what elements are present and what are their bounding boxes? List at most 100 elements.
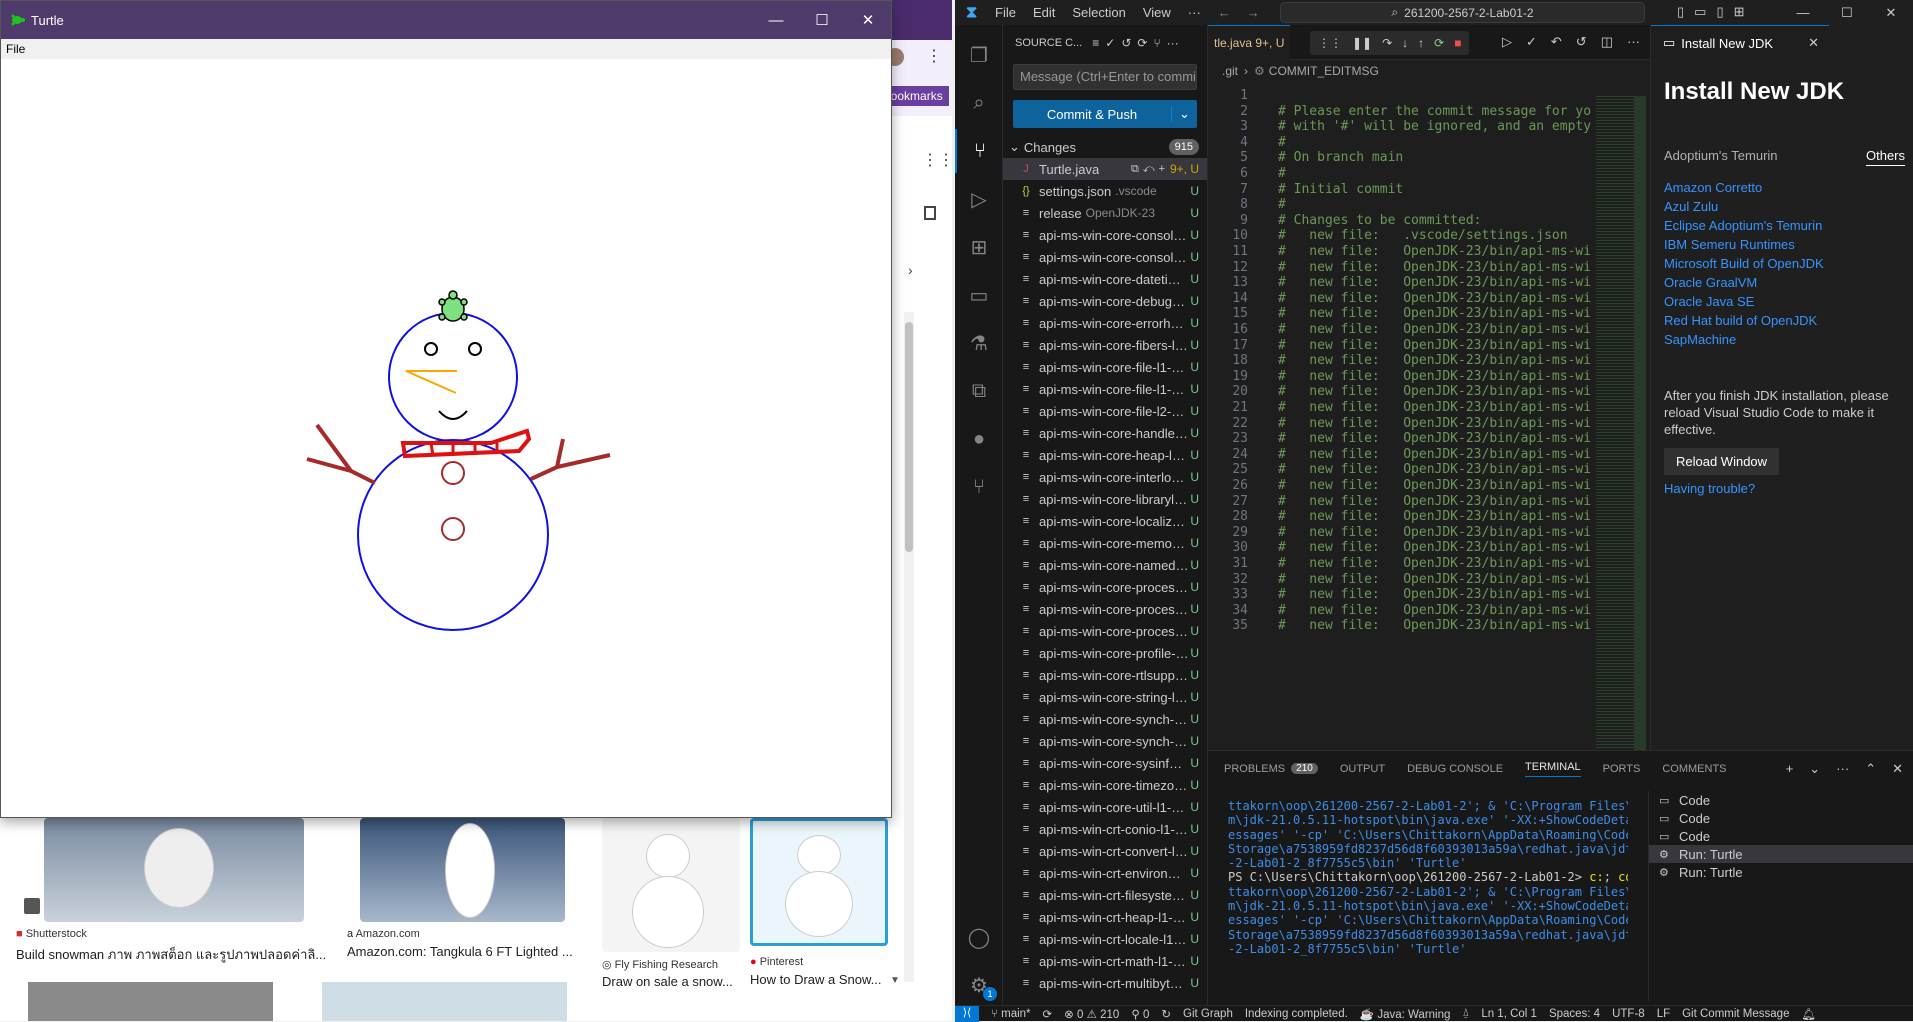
breadcrumb-file[interactable]: COMMIT_EDITMSG — [1269, 64, 1379, 78]
toggle-panel-icon[interactable]: ▭ — [1694, 4, 1706, 20]
changed-file-row[interactable]: {} settings.json .vscode U — [1003, 180, 1207, 202]
changed-file-row[interactable]: ≡ api-ms-win-crt-convert-l1-1-0....U — [1003, 840, 1207, 862]
close-button[interactable]: ✕ — [845, 1, 891, 39]
code-line[interactable]: # — [1278, 135, 1286, 150]
code-line[interactable]: # new file: OpenJDK-23/bin/api-ms-wi — [1278, 431, 1591, 446]
code-line[interactable]: # Changes to be committed: — [1278, 213, 1482, 228]
changed-file-row[interactable]: ≡ api-ms-win-core-heap-l1-1-0....U — [1003, 444, 1207, 466]
terminal-instance[interactable]: ▭ Code — [1649, 827, 1913, 845]
minimize-button[interactable]: — — [1781, 0, 1825, 25]
changed-file-row[interactable]: ≡ api-ms-win-core-processthrea...U — [1003, 598, 1207, 620]
terminal-instance[interactable]: ⚙ Run: Turtle — [1649, 845, 1913, 863]
image-result-card[interactable]: ■ Shutterstock Build snowman ภาพ ภาพสต็อ… — [14, 818, 329, 968]
tab-terminal[interactable]: TERMINAL — [1525, 761, 1581, 777]
changed-file-row[interactable]: ≡ api-ms-win-core-processenvir...U — [1003, 576, 1207, 598]
tab-output[interactable]: OUTPUT — [1340, 763, 1385, 775]
changed-file-row[interactable]: ≡ api-ms-win-core-interlocked-l...U — [1003, 466, 1207, 488]
changed-file-row[interactable]: ≡ api-ms-win-core-handle-l1-1-...U — [1003, 422, 1207, 444]
toggle-secondary-sidebar-icon[interactable]: ▯ — [1716, 4, 1723, 20]
code-line[interactable]: # new file: OpenJDK-23/bin/api-ms-wi — [1278, 525, 1591, 540]
jdk-vendor-link[interactable]: Oracle GraalVM — [1664, 275, 1913, 294]
terminal-instance[interactable]: ⚙ Run: Turtle — [1649, 863, 1913, 881]
toggle-sidebar-icon[interactable]: ▯ — [1677, 4, 1684, 20]
result-thumbnail[interactable] — [360, 818, 565, 922]
changed-file-row[interactable]: ≡ api-ms-win-core-rtlsupport-l1...U — [1003, 664, 1207, 686]
changed-file-row[interactable]: ≡ api-ms-win-core-namedpipe-l...U — [1003, 554, 1207, 576]
jdk-vendor-link[interactable]: Oracle Java SE — [1664, 294, 1913, 313]
tab-install-new-jdk[interactable]: ▭ Install New JDK ✕ — [1651, 25, 1829, 60]
code-line[interactable]: # new file: OpenJDK-23/bin/api-ms-wi — [1278, 244, 1591, 259]
changed-file-row[interactable]: ≡ api-ms-win-core-localization-l...U — [1003, 510, 1207, 532]
close-panel-icon[interactable]: ✕ — [1892, 761, 1903, 777]
code-line[interactable]: # new file: OpenJDK-23/bin/api-ms-wi — [1278, 603, 1591, 618]
branch-icon[interactable]: ⑂ — [1153, 36, 1160, 50]
jdk-vendor-link[interactable]: Eclipse Adoptium's Temurin — [1664, 218, 1913, 237]
code-line[interactable]: # new file: OpenJDK-23/bin/api-ms-wi — [1278, 400, 1591, 415]
stop-icon[interactable]: ■ — [1454, 36, 1461, 50]
result-caption[interactable]: How to Draw a Snow... — [750, 972, 898, 987]
code-line[interactable]: # new file: .vscode/settings.json — [1278, 228, 1568, 243]
changed-file-row[interactable]: ≡ api-ms-win-crt-environment-l...U — [1003, 862, 1207, 884]
menu-selection[interactable]: Selection — [1072, 5, 1125, 20]
changes-group[interactable]: ⌄ Changes 915 — [1003, 136, 1207, 158]
terminal-instance[interactable]: ▭ Code — [1649, 809, 1913, 827]
code-line[interactable]: # new file: OpenJDK-23/bin/api-ms-wi — [1278, 275, 1591, 290]
problems-indicator[interactable]: ⊗ 0 ⚠ 210 — [1064, 1007, 1119, 1021]
having-trouble-link[interactable]: Having trouble? — [1664, 481, 1913, 496]
manage-gear-icon[interactable]: ⚙ 1 — [955, 963, 1003, 1007]
tab-others[interactable]: Others — [1865, 148, 1905, 166]
jdk-vendor-link[interactable]: Amazon Corretto — [1664, 180, 1913, 199]
changed-file-row[interactable]: ≡ api-ms-win-crt-multibyte-l1-1-...U — [1003, 972, 1207, 994]
jdk-vendor-link[interactable]: Red Hat build of OpenJDK — [1664, 313, 1913, 332]
code-editor[interactable]: 1 2 # Please enter the commit message for … — [1208, 86, 1650, 750]
encoding[interactable]: UTF-8 — [1612, 1008, 1645, 1020]
result-caption[interactable]: Draw on sale a snow... — [602, 974, 742, 989]
code-line[interactable]: # new file: OpenJDK-23/bin/api-ms-wi — [1278, 462, 1591, 477]
maximize-panel-icon[interactable]: ⌃ — [1865, 761, 1876, 777]
menu-edit[interactable]: Edit — [1033, 5, 1055, 20]
code-line[interactable]: # new file: OpenJDK-23/bin/api-ms-wi — [1278, 353, 1591, 368]
sync-icon[interactable]: ⟳ — [1043, 1007, 1053, 1021]
tab-ports[interactable]: PORTS — [1603, 763, 1641, 775]
timeline-icon[interactable]: ↺ — [1576, 34, 1587, 50]
chevron-down-icon[interactable]: ⌄ — [1171, 106, 1197, 122]
code-line[interactable]: # with '#' will be ignored, and an empty — [1278, 119, 1591, 134]
code-line[interactable]: # new file: OpenJDK-23/bin/api-ms-wi — [1278, 556, 1591, 571]
code-line[interactable]: # new file: OpenJDK-23/bin/api-ms-wi — [1278, 384, 1591, 399]
code-line[interactable]: # new file: OpenJDK-23/bin/api-ms-wi — [1278, 478, 1591, 493]
remote-explorer-icon[interactable]: ▭ — [955, 273, 1003, 317]
reload-window-button[interactable]: Reload Window — [1664, 448, 1780, 475]
code-line[interactable]: # On branch main — [1278, 150, 1403, 165]
apps-grid-icon[interactable]: ⋮⋮⋮ — [922, 150, 952, 170]
code-line[interactable]: # new file: OpenJDK-23/bin/api-ms-wi — [1278, 260, 1591, 275]
remote-icon[interactable]: ⟩⟨ — [955, 1005, 979, 1022]
tab-temurin[interactable]: Adoptium's Temurin — [1664, 148, 1778, 163]
menu-file[interactable]: File — [995, 5, 1016, 20]
changed-file-row[interactable]: ≡ api-ms-win-core-synch-l1-2-0....U — [1003, 730, 1207, 752]
pause-icon[interactable]: ❚❚ — [1352, 36, 1372, 50]
jdk-vendor-link[interactable]: IBM Semeru Runtimes — [1664, 237, 1913, 256]
changed-file-row[interactable]: ≡ api-ms-win-core-file-l2-1-0.dll...U — [1003, 400, 1207, 422]
jdk-vendor-link[interactable]: SapMachine — [1664, 332, 1913, 351]
changed-file-row[interactable]: ≡ api-ms-win-core-processthrea...U — [1003, 620, 1207, 642]
code-line[interactable]: # Initial commit — [1278, 182, 1403, 197]
result-thumbnail[interactable] — [28, 982, 273, 1021]
code-line[interactable]: # new file: OpenJDK-23/bin/api-ms-wi — [1278, 447, 1591, 462]
changed-file-row[interactable]: ≡ api-ms-win-crt-heap-l1-1-0.dll...U — [1003, 906, 1207, 928]
changed-file-row[interactable]: ≡ api-ms-win-core-fibers-l1-1-0...U — [1003, 334, 1207, 356]
changed-file-row[interactable]: ≡ api-ms-win-core-errorhandlin...U — [1003, 312, 1207, 334]
minimize-button[interactable]: — — [753, 1, 799, 39]
browser-menu-icon[interactable]: ⋮ — [926, 46, 942, 66]
history-icon[interactable]: ↺ — [1121, 36, 1131, 50]
new-terminal-icon[interactable]: + — [1786, 761, 1794, 777]
account-icon[interactable]: ◯ — [955, 915, 1003, 959]
result-thumbnail[interactable] — [322, 982, 567, 1021]
changed-file-row[interactable]: ≡ api-ms-win-core-synch-l1-1-0....U — [1003, 708, 1207, 730]
view-as-tree-icon[interactable]: ≡ — [1092, 36, 1099, 50]
code-line[interactable]: # new file: OpenJDK-23/bin/api-ms-wi — [1278, 306, 1591, 321]
close-button[interactable]: ✕ — [1869, 0, 1913, 25]
code-line[interactable]: # Please enter the commit message for yo — [1278, 104, 1591, 119]
tab-problems[interactable]: PROBLEMS 210 — [1224, 763, 1318, 775]
bookmark-icon[interactable] — [924, 206, 936, 220]
changed-file-row[interactable]: ≡ api-ms-win-core-datetime-l1-...U — [1003, 268, 1207, 290]
